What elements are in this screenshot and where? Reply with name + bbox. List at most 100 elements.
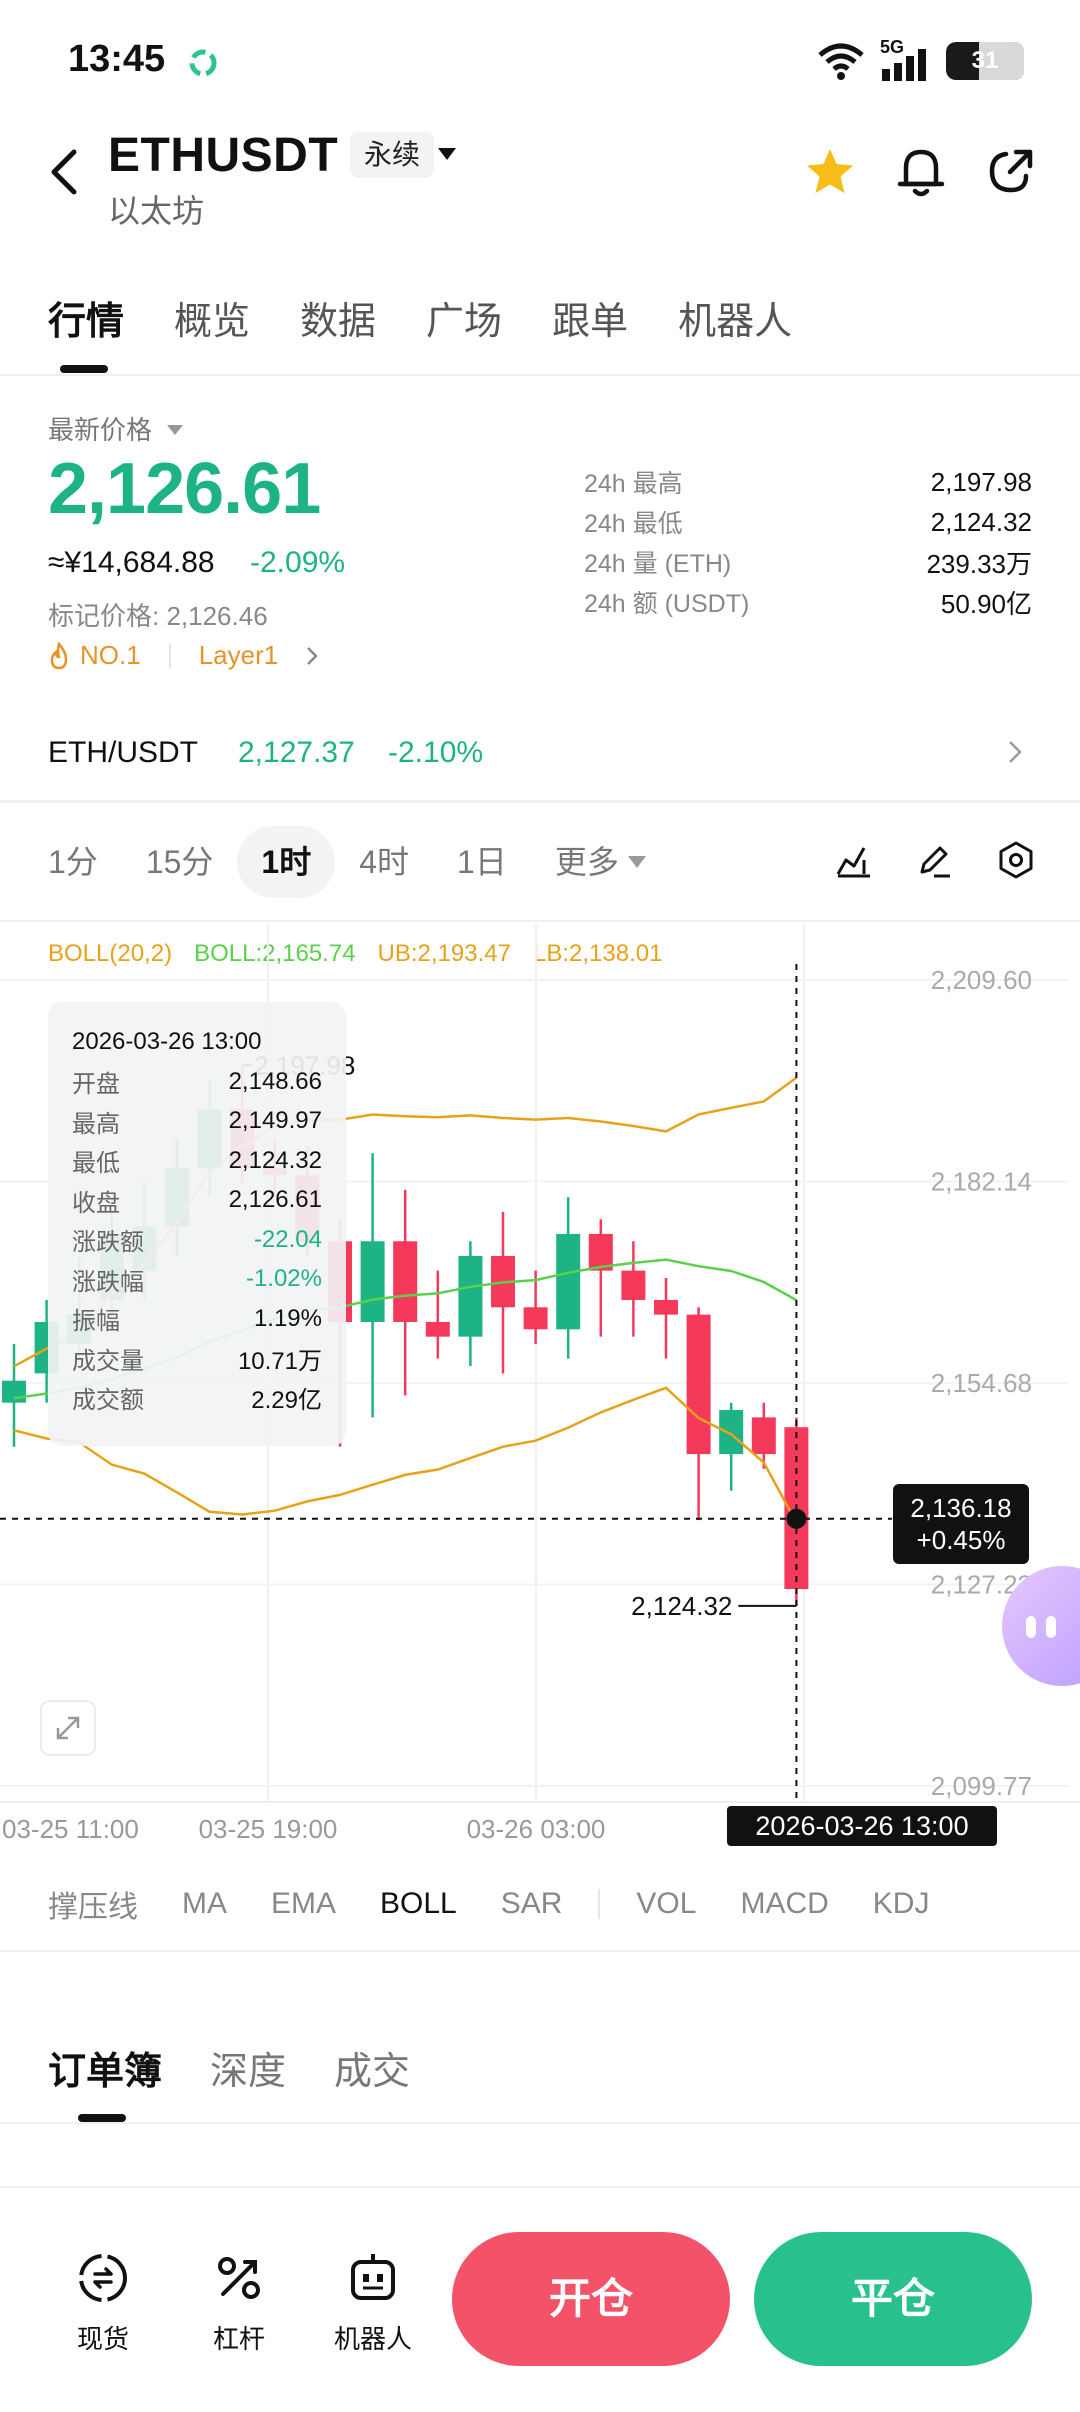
interval-1h[interactable]: 1时 [237, 826, 336, 898]
tooltip-row: 最低 2,124.32 [72, 1141, 322, 1181]
fullscreen-button[interactable] [40, 1700, 96, 1756]
open-position-button[interactable]: 开仓 [452, 2232, 730, 2366]
tab-overview[interactable]: 概览 [174, 290, 250, 345]
candle-body [686, 1314, 711, 1455]
stat-row: 24h 最高 2,197.98 [584, 462, 1032, 502]
divider [0, 800, 1080, 803]
caret-down-icon[interactable] [436, 146, 458, 162]
bell-icon[interactable] [896, 144, 946, 198]
tooltip-value: 2,148.66 [228, 1067, 322, 1095]
indicator-boll[interactable]: BOLL [380, 1887, 457, 1921]
tooltip-row: 涨跌幅 -1.02% [72, 1260, 322, 1300]
interval-1m[interactable]: 1分 [24, 826, 122, 898]
nav-spot[interactable]: 现货 [48, 2250, 158, 2356]
tooltip-row: 涨跌额 -22.04 [72, 1220, 322, 1260]
indicator-macd[interactable]: MACD [740, 1887, 828, 1921]
nav-bot[interactable]: 机器人 [318, 2250, 428, 2356]
indicator-ma[interactable]: MA [182, 1887, 227, 1921]
tab-depth[interactable]: 深度 [210, 2040, 286, 2095]
interval-4h[interactable]: 4时 [335, 826, 433, 898]
tooltip-row: 成交额 2.29亿 [72, 1378, 322, 1418]
y-tick-label: 2,154.68 [931, 1368, 1032, 1398]
tooltip-label: 最高 [72, 1110, 120, 1138]
main-tabs: 行情 概览 数据 广场 跟单 机器人 [48, 290, 842, 345]
spot-pair[interactable]: ETH/USDT [48, 736, 198, 770]
divider [598, 1889, 601, 1919]
indicator-support-resistance[interactable]: 撑压线 [48, 1882, 138, 1926]
status-icons: 5G 31 [816, 36, 1024, 86]
signal-icon: 5G [880, 37, 932, 81]
rank-tag[interactable]: NO.1 [80, 640, 141, 671]
tab-trades[interactable]: 成交 [334, 2040, 410, 2095]
y-tick-label: 2,099.77 [931, 1771, 1032, 1801]
share-icon[interactable] [986, 146, 1036, 196]
expand-icon [56, 1716, 80, 1740]
interval-more-label: 更多 [554, 844, 619, 880]
chevron-right-icon[interactable] [1006, 738, 1024, 766]
tooltip-value: 10.71万 [237, 1347, 322, 1375]
assistant-bubble[interactable] [1002, 1566, 1080, 1686]
candle-body [2, 1380, 26, 1403]
tab-orderbook[interactable]: 订单簿 [48, 2040, 162, 2095]
tab-data[interactable]: 数据 [300, 290, 376, 345]
crosshair-point [786, 1508, 807, 1529]
chevron-right-icon[interactable] [300, 644, 324, 668]
tab-bot[interactable]: 机器人 [678, 290, 792, 345]
nav-margin[interactable]: 杠杆 [184, 2250, 294, 2356]
flame-icon [50, 641, 68, 669]
indicator-sar[interactable]: SAR [501, 1887, 563, 1921]
draw-pencil-icon[interactable] [914, 840, 954, 880]
tooltip-label: 收盘 [72, 1189, 120, 1217]
y-tick-label: 2,209.60 [931, 965, 1032, 995]
indicator-kdj[interactable]: KDJ [873, 1887, 930, 1921]
favorite-star-icon[interactable] [804, 146, 856, 198]
interval-15m[interactable]: 15分 [122, 826, 238, 898]
x-tick-label: 03-25 19:00 [199, 1814, 338, 1844]
status-time: 13:45 [68, 38, 166, 80]
crosshair-price-tag: 2,136.18 +0.45% [893, 1484, 1029, 1564]
pair-title[interactable]: ETHUSDT [108, 128, 338, 183]
tag-row[interactable]: NO.1 Layer1 [48, 640, 324, 671]
app-notification-icon [189, 49, 217, 77]
interval-1d[interactable]: 1日 [433, 826, 531, 898]
divider [0, 920, 1080, 922]
tooltip-date: 2026-03-26 13:00 [72, 1028, 262, 1055]
candle-body [621, 1270, 646, 1300]
sector-tag[interactable]: Layer1 [199, 640, 279, 671]
price-change-pct: -2.09% [250, 546, 346, 579]
tooltip-value: 2,149.97 [228, 1107, 322, 1135]
candle-body [360, 1241, 385, 1322]
stat-label: 24h 最高 [584, 470, 683, 498]
stat-value: 2,197.98 [930, 466, 1032, 497]
caret-down-icon[interactable] [166, 424, 184, 436]
tab-square[interactable]: 广场 [426, 290, 502, 345]
tab-copy-trade[interactable]: 跟单 [552, 290, 628, 345]
candle-body [751, 1417, 776, 1455]
tooltip-value: -1.02% [245, 1265, 322, 1293]
stats-24h: 24h 最高 2,197.98 24h 最低 2,124.32 24h 量 (E… [584, 462, 1032, 622]
indicator-settings-icon[interactable] [834, 840, 874, 880]
stat-value: 239.33万 [926, 548, 1032, 579]
active-tab-indicator [60, 365, 108, 373]
x-tick-label: 03-26 03:00 [467, 1814, 606, 1844]
interval-more[interactable]: 更多 [531, 826, 671, 898]
stat-label: 24h 量 (ETH) [584, 550, 732, 578]
latest-price-label[interactable]: 最新价格 [48, 410, 152, 447]
close-position-button[interactable]: 平仓 [754, 2232, 1032, 2366]
tab-market[interactable]: 行情 [48, 290, 124, 345]
contract-type-badge[interactable]: 永续 [350, 132, 435, 178]
tooltip-row: 开盘 2,148.66 [72, 1062, 322, 1102]
stat-row: 24h 最低 2,124.32 [584, 502, 1032, 542]
stat-label: 24h 额 (USDT) [584, 590, 750, 618]
price-cny: ≈¥14,684.88 [48, 546, 215, 579]
indicator-vol[interactable]: VOL [636, 1887, 696, 1921]
tooltip-label: 最低 [72, 1150, 120, 1178]
indicator-ema[interactable]: EMA [271, 1887, 336, 1921]
spot-price: 2,127.37 [238, 736, 355, 769]
caret-down-icon [627, 856, 646, 868]
back-icon[interactable] [44, 146, 86, 198]
chart-settings-icon[interactable] [996, 840, 1036, 880]
tooltip-row: 收盘 2,126.61 [72, 1181, 322, 1221]
candle-body [393, 1241, 418, 1322]
orderbook-tabs: 订单簿 深度 成交 [48, 2040, 458, 2095]
